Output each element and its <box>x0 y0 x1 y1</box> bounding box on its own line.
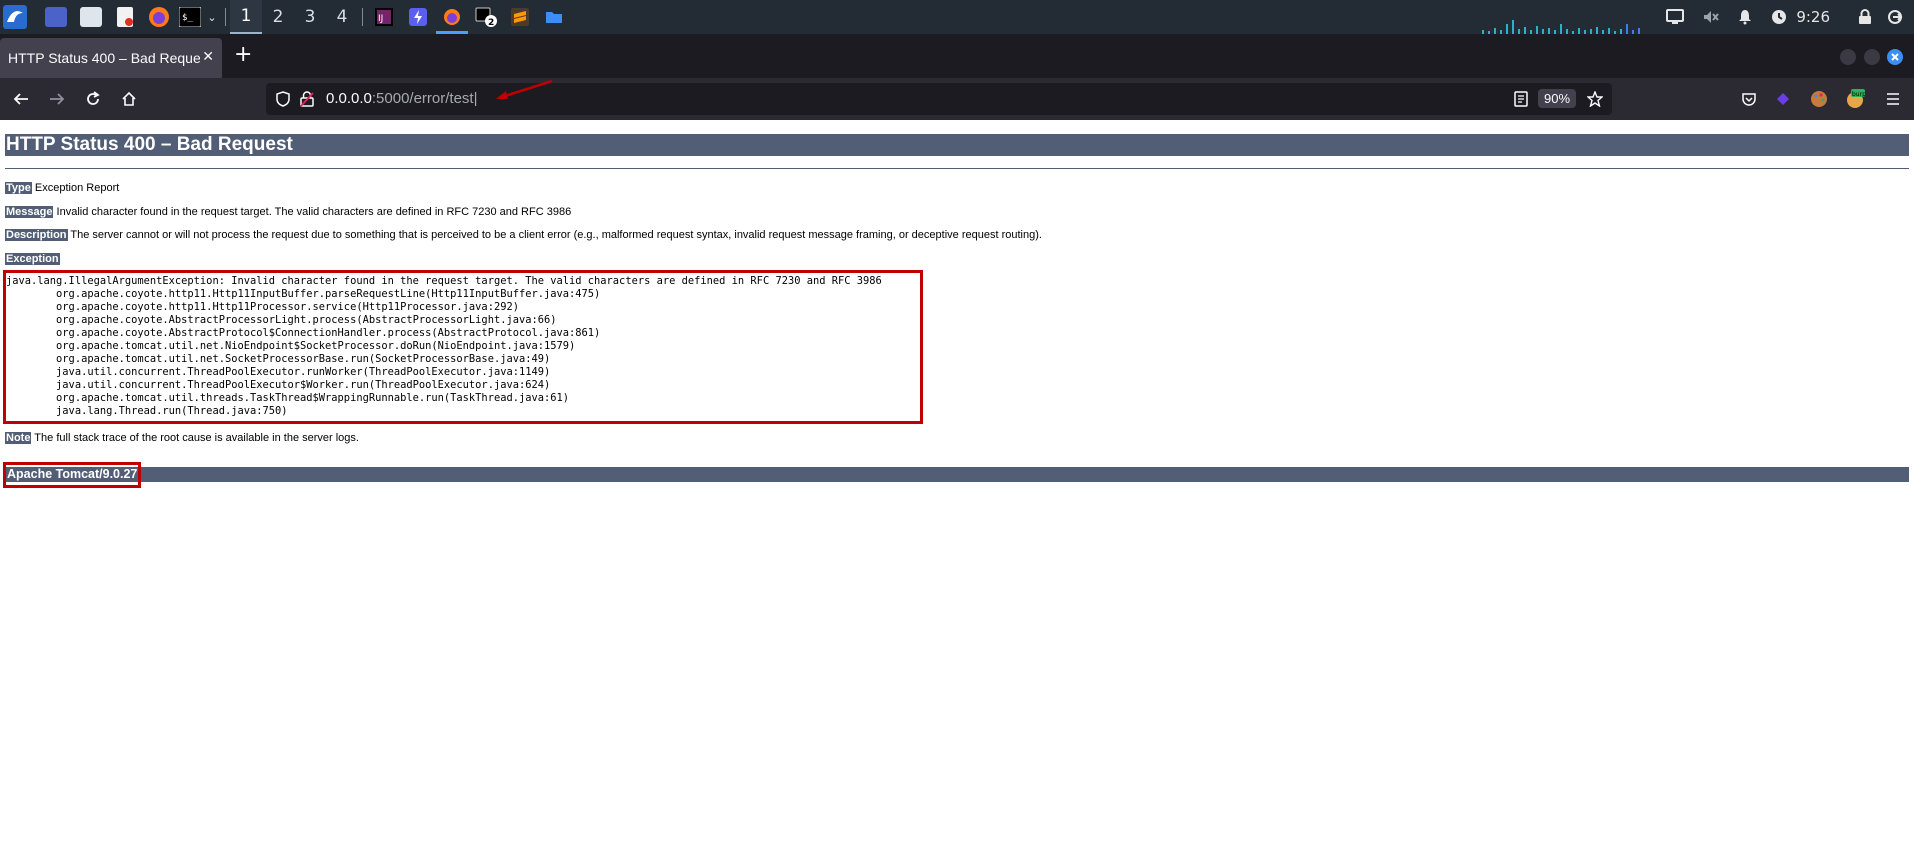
browser-nav-bar: 0.0.0.0:5000/error/test| 90% burp <box>0 78 1914 120</box>
workspace-2[interactable]: 2 <box>262 0 294 34</box>
browser-tab[interactable]: HTTP Status 400 – Bad Request ✕ <box>0 38 222 78</box>
intellij-icon[interactable]: IJ <box>372 0 396 34</box>
page-title: HTTP Status 400 – Bad Request <box>5 134 1909 156</box>
insecure-lock-icon[interactable] <box>296 88 318 110</box>
burp-extension-icon[interactable]: burp <box>1844 88 1866 110</box>
type-label: Type <box>5 182 32 194</box>
message-value: Invalid character found in the request t… <box>53 206 572 218</box>
note-label: Note <box>5 432 32 444</box>
tab-title: HTTP Status 400 – Bad Request <box>8 50 200 66</box>
window-count-badge: 2 <box>488 18 494 27</box>
hamburger-menu-icon[interactable] <box>1882 88 1904 110</box>
exception-row: Exception <box>5 252 60 266</box>
description-row: Description The server cannot or will no… <box>5 228 1042 242</box>
kali-menu-icon[interactable] <box>2 0 28 34</box>
url-bar[interactable]: 0.0.0.0:5000/error/test| 90% <box>266 79 1612 115</box>
pocket-icon[interactable] <box>1738 88 1760 110</box>
description-label: Description <box>5 229 68 241</box>
reload-icon[interactable] <box>82 88 104 110</box>
display-icon[interactable] <box>1664 0 1686 34</box>
extension-palette-icon[interactable] <box>1808 88 1830 110</box>
note-value: The full stack trace of the root cause i… <box>31 432 359 444</box>
terminal-window-icon[interactable]: 2 <box>474 0 498 34</box>
taskbar-separator <box>225 8 226 26</box>
exception-label: Exception <box>5 253 60 265</box>
workspace-4[interactable]: 4 <box>326 0 358 34</box>
workspace-3[interactable]: 3 <box>294 0 326 34</box>
volume-muted-icon[interactable] <box>1700 0 1722 34</box>
minimize-window-button[interactable] <box>1840 49 1856 65</box>
chevron-down-icon[interactable]: ⌄ <box>204 0 220 34</box>
url-text[interactable]: 0.0.0.0:5000/error/test| <box>326 90 478 107</box>
burp-extension-label: burp <box>1852 91 1865 98</box>
description-value: The server cannot or will not process th… <box>67 229 1042 241</box>
clock-time[interactable]: 9:26 <box>1796 0 1830 34</box>
firefox-window-icon[interactable] <box>440 0 464 34</box>
forward-arrow-icon[interactable] <box>46 88 68 110</box>
folder-icon[interactable] <box>542 0 566 34</box>
burp-app-icon[interactable] <box>406 0 430 34</box>
desktop-icon[interactable] <box>44 0 68 34</box>
network-graph <box>1482 20 1640 34</box>
new-tab-button[interactable]: + <box>234 44 252 66</box>
os-taskbar: $_ ⌄ 1 2 3 4 IJ 2 9:26 <box>0 0 1914 34</box>
message-row: Message Invalid character found in the r… <box>5 205 571 219</box>
page-content: HTTP Status 400 – Bad Request Type Excep… <box>0 120 1914 864</box>
firefox-icon[interactable] <box>146 0 172 34</box>
text-editor-icon[interactable] <box>114 0 136 34</box>
note-row: Note The full stack trace of the root ca… <box>5 431 359 445</box>
url-host: 0.0.0.0 <box>326 90 372 107</box>
taskbar-separator <box>362 8 363 26</box>
terminal-icon[interactable]: $_ <box>178 0 202 34</box>
maximize-window-button[interactable] <box>1864 49 1880 65</box>
close-window-button[interactable] <box>1887 49 1903 65</box>
home-icon[interactable] <box>118 88 140 110</box>
stack-trace: java.lang.IllegalArgumentException: Inva… <box>6 275 882 417</box>
file-manager-icon[interactable] <box>78 0 104 34</box>
bookmark-star-icon[interactable] <box>1584 88 1606 110</box>
close-tab-icon[interactable]: ✕ <box>202 49 214 65</box>
zoom-level-button[interactable]: 90% <box>1538 89 1577 108</box>
browser-tab-strip: HTTP Status 400 – Bad Request ✕ + <box>0 34 1914 78</box>
annotation-highlight-box <box>3 462 141 488</box>
type-row: Type Exception Report <box>5 181 119 195</box>
message-label: Message <box>5 206 54 218</box>
back-arrow-icon[interactable] <box>10 88 32 110</box>
clock-icon[interactable] <box>1768 0 1790 34</box>
workspace-1[interactable]: 1 <box>230 0 262 34</box>
extension-diamond-icon[interactable] <box>1772 88 1794 110</box>
lock-icon[interactable] <box>1854 0 1876 34</box>
divider <box>5 168 1909 169</box>
type-value: Exception Report <box>31 182 120 194</box>
notification-bell-icon[interactable] <box>1734 0 1756 34</box>
shield-icon[interactable] <box>272 88 294 110</box>
logout-icon[interactable] <box>1884 0 1906 34</box>
svg-text:IJ: IJ <box>378 14 383 24</box>
footer-bar <box>5 467 1909 482</box>
annotation-arrow <box>496 79 553 99</box>
sublime-icon[interactable] <box>508 0 532 34</box>
svg-text:$_: $_ <box>182 13 193 23</box>
url-path: :5000/error/test| <box>371 90 478 107</box>
reader-view-icon[interactable] <box>1510 88 1532 110</box>
